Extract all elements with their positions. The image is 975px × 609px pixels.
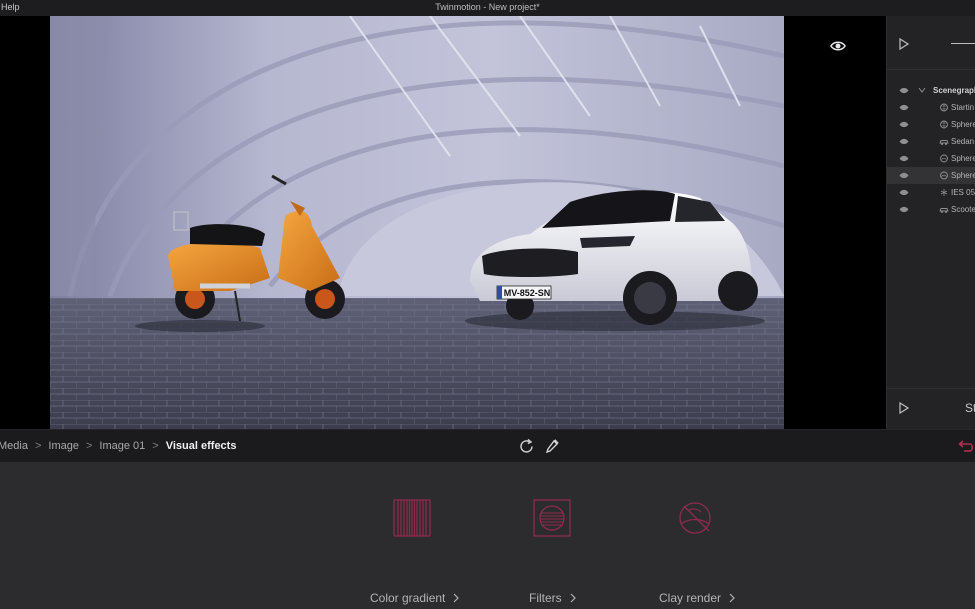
- scenegraph-item-label: Sedan: [951, 137, 975, 146]
- scenegraph-item-label: Sphere: [951, 154, 975, 163]
- visibility-eye-icon[interactable]: [899, 87, 909, 94]
- visibility-eye-icon[interactable]: [899, 172, 909, 179]
- twinmotion-window: Help Twinmotion - New project* MV-852-SN…: [0, 0, 975, 609]
- tile-color-gradient-label: Color gradient: [370, 591, 460, 605]
- scenegraph-item-label: Sphere: [951, 120, 975, 129]
- sphere-light-icon: [940, 103, 948, 112]
- breadcrumb-image-01[interactable]: Image 01: [99, 440, 145, 452]
- tile-clay-render[interactable]: Clay render: [659, 498, 739, 605]
- scenegraph-root-label: Scenegraph: [933, 86, 975, 95]
- scenegraph-tree: Scenegraph Startin Sphere Sedan Sphere Spher…: [887, 82, 975, 218]
- car-icon: [939, 208, 949, 213]
- visibility-eye-icon[interactable]: [899, 155, 909, 162]
- render-scene[interactable]: MV-852-SN: [50, 16, 784, 429]
- breadcrumb-separator: >: [85, 440, 93, 452]
- visibility-eye-icon[interactable]: [899, 206, 909, 213]
- pencil-icon[interactable]: [545, 439, 559, 454]
- visibility-eye-icon[interactable]: [899, 138, 909, 145]
- breadcrumb-bar: Media > Image > Image 01 > Visual effect…: [0, 429, 975, 462]
- light-icon: [940, 189, 948, 196]
- breadcrumb-separator: >: [152, 440, 159, 452]
- scenegraph-item-label: Sphere: [951, 171, 975, 180]
- license-plate-text: MV-852-SN: [504, 288, 551, 298]
- panel-header: [887, 16, 975, 70]
- breadcrumb-image[interactable]: Image: [48, 440, 79, 452]
- breadcrumb-visual-effects: Visual effects: [165, 440, 237, 452]
- clay-render-icon: [679, 502, 711, 534]
- play-icon[interactable]: [899, 38, 909, 50]
- scenegraph-root-row[interactable]: Scenegraph: [887, 82, 975, 99]
- play-icon[interactable]: [899, 402, 909, 414]
- visibility-eye-icon[interactable]: [899, 121, 909, 128]
- window-title: Twinmotion - New project*: [435, 2, 540, 12]
- sphere-object-icon: [940, 171, 948, 180]
- scenegraph-item[interactable]: IES 05: [887, 184, 975, 201]
- car-icon: [939, 140, 949, 145]
- chevron-down-icon[interactable]: [918, 86, 926, 94]
- scenegraph-item-label: IES 05: [951, 188, 975, 197]
- panel-footer: St: [887, 388, 975, 429]
- 3d-viewport[interactable]: MV-852-SN: [0, 16, 886, 429]
- scenegraph-item[interactable]: Sphere: [887, 116, 975, 133]
- scenegraph-item[interactable]: Startin: [887, 99, 975, 116]
- refresh-icon[interactable]: [518, 438, 535, 455]
- chevron-right-icon: [729, 593, 735, 603]
- visibility-eye-icon[interactable]: [899, 104, 909, 111]
- undo-icon[interactable]: [956, 439, 975, 453]
- visibility-eye-icon[interactable]: [899, 189, 909, 196]
- scenegraph-item[interactable]: Sedan: [887, 133, 975, 150]
- scenegraph-item-label: Startin: [951, 103, 975, 112]
- tile-color-gradient[interactable]: Color gradient: [370, 498, 460, 605]
- scenegraph-item[interactable]: Scoote: [887, 201, 975, 218]
- color-gradient-icon: [393, 499, 431, 537]
- collapse-dash[interactable]: [951, 43, 975, 44]
- chevron-right-icon: [570, 593, 576, 603]
- tile-filters[interactable]: Filters: [529, 498, 589, 605]
- scenegraph-item[interactable]: Sphere: [887, 167, 975, 184]
- tile-clay-render-label: Clay render: [659, 591, 735, 605]
- sphere-object-icon: [940, 154, 948, 163]
- eye-icon[interactable]: [830, 40, 846, 52]
- title-bar: Help Twinmotion - New project*: [0, 0, 975, 16]
- visual-effects-panel: Color gradient Filters Clay render: [0, 462, 975, 609]
- chevron-right-icon: [453, 593, 460, 603]
- tile-filters-label: Filters: [529, 591, 576, 605]
- filters-icon: [533, 499, 571, 537]
- panel-footer-label[interactable]: St: [965, 401, 975, 415]
- scenegraph-panel: Scenegraph Startin Sphere Sedan Sphere Spher…: [886, 16, 975, 429]
- breadcrumb-separator: >: [34, 440, 42, 452]
- scenegraph-item-label: Scoote: [951, 205, 975, 214]
- breadcrumb: Media > Image > Image 01 > Visual effect…: [0, 440, 236, 452]
- scenegraph-item[interactable]: Sphere: [887, 150, 975, 167]
- breadcrumb-media[interactable]: Media: [0, 440, 28, 452]
- sphere-light-icon: [940, 120, 948, 129]
